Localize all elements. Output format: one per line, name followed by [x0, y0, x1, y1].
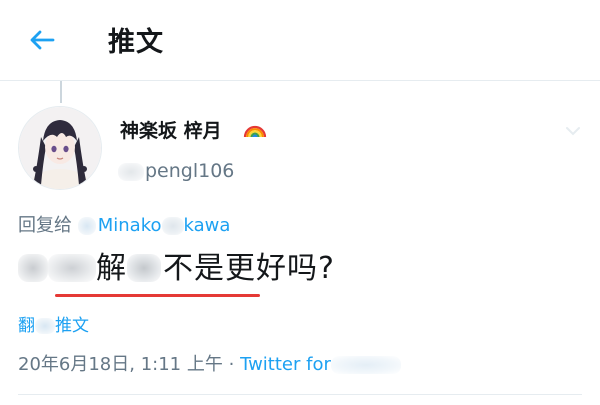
- translate-tweet-link[interactable]: 翻推文: [18, 311, 89, 336]
- author-handle[interactable]: pengl106: [118, 160, 234, 182]
- tweet-client-link[interactable]: Twitter for: [240, 354, 331, 375]
- redacted-text-3: [127, 254, 161, 282]
- tweet-text-visible-start: 解: [96, 251, 127, 286]
- chevron-down-icon[interactable]: [562, 120, 584, 142]
- redacted-mention-middle: [161, 217, 184, 235]
- reply-prefix: 回复给: [18, 215, 72, 236]
- translate-label-end: 推文: [55, 316, 89, 336]
- translate-label-start: 翻: [18, 316, 35, 336]
- page-title: 推文: [108, 27, 164, 58]
- tweet-text: 解 不是更好吗?: [18, 243, 335, 287]
- author-display-name[interactable]: 神楽坂 梓月: [120, 116, 222, 143]
- redacted-handle-prefix: [118, 162, 144, 181]
- tweet-meta: 20年6月18日, 1:11 上午 · Twitter for: [18, 350, 401, 376]
- avatar[interactable]: [18, 106, 102, 190]
- redacted-at-symbol: [77, 217, 96, 235]
- divider: [18, 394, 582, 395]
- avatar-illustration: [19, 107, 101, 189]
- reply-to-line: 回复给 Minako kawa: [18, 211, 230, 237]
- tweet-timestamp[interactable]: 20年6月18日, 1:11 上午: [18, 354, 223, 375]
- arrow-left-icon: [30, 30, 55, 50]
- rainbow-icon: [243, 125, 267, 138]
- meta-separator: ·: [228, 354, 235, 375]
- mention-link-end[interactable]: kawa: [184, 215, 231, 236]
- red-underline-annotation: [55, 294, 260, 297]
- redacted-client-name: [330, 356, 401, 374]
- back-button[interactable]: [22, 22, 62, 58]
- tweet-text-visible-end: 不是更好吗?: [163, 251, 335, 286]
- redacted-translate-char: [35, 318, 55, 334]
- thread-connector-line: [60, 81, 62, 103]
- top-bar: 推文: [0, 0, 600, 81]
- redacted-text-1: [18, 254, 48, 282]
- handle-suffix: pengl106: [145, 160, 235, 182]
- mention-link-start[interactable]: Minako: [98, 215, 162, 236]
- redacted-text-2: [48, 254, 96, 282]
